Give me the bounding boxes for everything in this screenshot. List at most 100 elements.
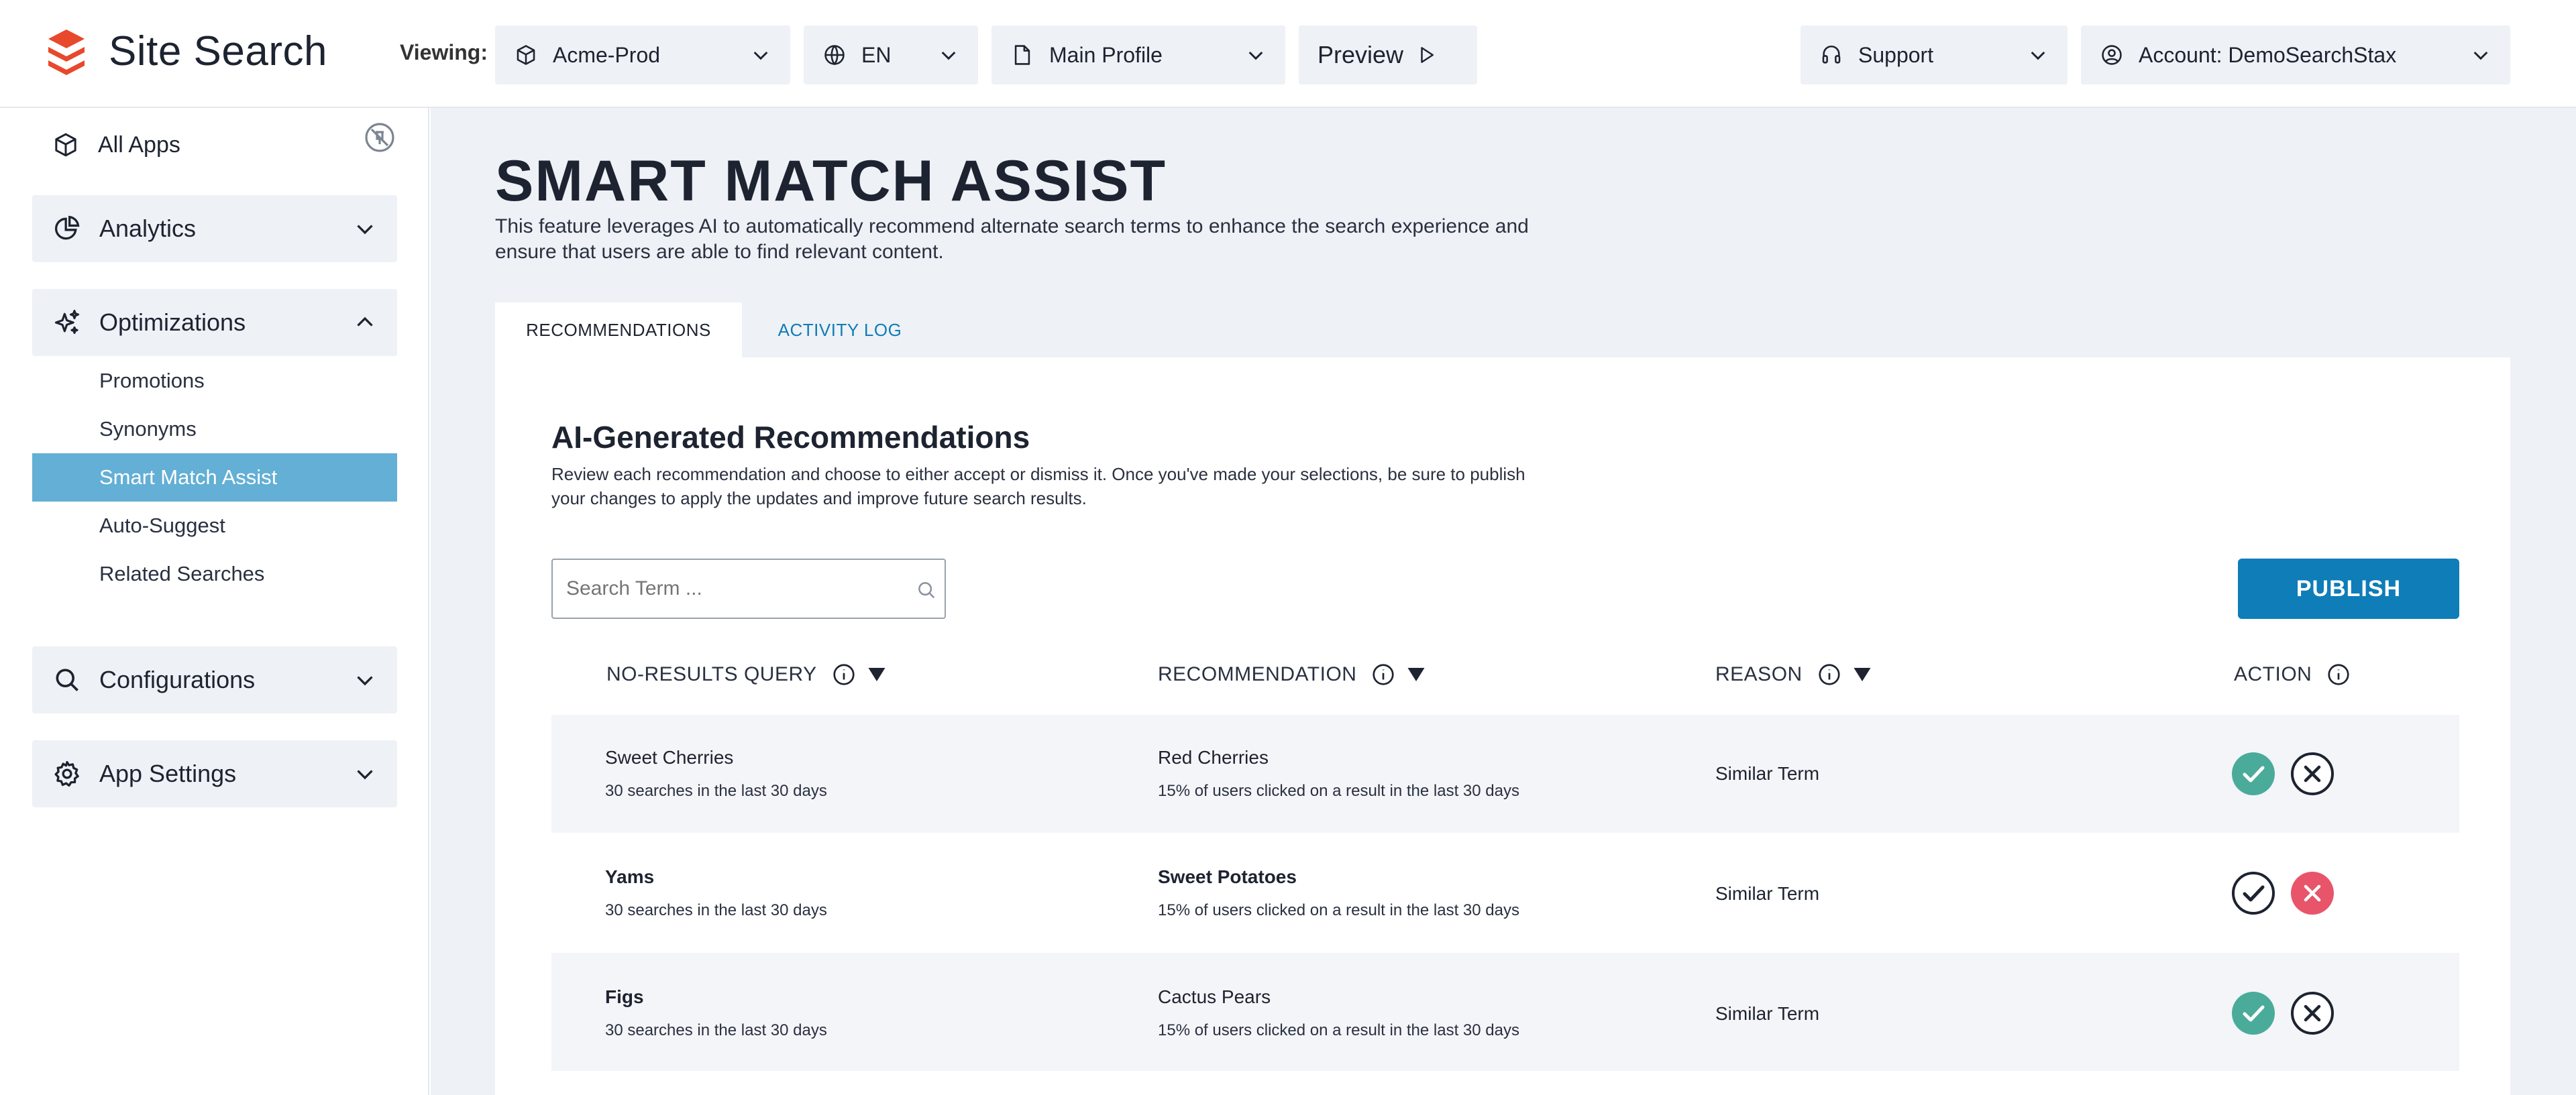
preview-label: Preview [1318,41,1404,68]
table-row: Yams 30 searches in the last 30 days Swe… [551,833,2459,951]
chevron-down-icon [357,770,373,780]
row-recommendation: Sweet Potatoes [1158,866,1297,887]
app-select-value: Acme-Prod [553,42,661,67]
page-description: This feature leverages AI to automatical… [495,215,1529,263]
row-query: Figs [605,986,644,1007]
row-recommendation: Red Cherries [1158,747,1269,768]
nav-optimizations[interactable]: Optimizations [32,289,397,356]
table-row: Figs 30 searches in the last 30 days Cac… [551,953,2459,1071]
chevron-down-icon [357,676,373,686]
column-header-action: ACTION [2234,658,2351,691]
preview-button[interactable]: Preview [1299,25,1477,84]
column-header-reason-label: REASON [1715,663,1803,685]
all-apps-link[interactable]: All Apps [52,123,180,167]
cube-icon [55,133,76,157]
chevron-down-icon [941,51,956,60]
recommendations-panel: AI-Generated Recommendations Review each… [495,357,2510,1095]
language-select-value: EN [861,42,892,67]
accept-check-icon[interactable] [2231,752,2275,796]
row-query: Sweet Cherries [605,747,734,768]
row-query: Yams [605,866,655,887]
nav-analytics-label: Analytics [99,215,197,242]
table-row: Sweet Cherries 30 searches in the last 3… [551,715,2459,833]
publish-button[interactable]: PUBLISH [2238,559,2459,619]
dismiss-x-icon[interactable] [2290,752,2334,796]
dismiss-x-icon[interactable] [2290,991,2334,1035]
nav-app-settings[interactable]: App Settings [32,740,397,807]
sidebar-item-synonyms[interactable]: Synonyms [32,405,397,453]
brand[interactable]: Site Search [44,24,327,78]
accept-check-icon[interactable] [2231,991,2275,1035]
column-header-reason[interactable]: REASON [1715,658,1872,691]
sort-down-icon[interactable] [1852,666,1872,683]
support-select[interactable]: Support [1801,25,2068,84]
chevron-down-icon [1248,51,1263,60]
column-header-recommendation-label: RECOMMENDATION [1158,663,1357,685]
chevron-up-icon [357,316,373,327]
info-icon[interactable] [1371,662,1395,687]
info-icon[interactable] [2326,662,2351,687]
account-label: Account: DemoSearchStax [2139,42,2397,67]
sort-down-icon[interactable] [867,666,887,683]
row-reason: Similar Term [1715,763,1820,784]
chevron-down-icon [2473,51,2488,60]
nav-configurations-label: Configurations [99,666,256,693]
unpin-icon[interactable] [364,121,396,154]
row-reason: Similar Term [1715,1003,1820,1024]
section-description: Review each recommendation and choose to… [551,464,1525,508]
account-select[interactable]: Account: DemoSearchStax [2081,25,2510,84]
row-query-stats: 30 searches in the last 30 days [605,901,827,919]
row-reason: Similar Term [1715,883,1820,904]
play-icon [1421,47,1434,63]
sparkles-icon [54,310,80,334]
column-header-query[interactable]: NO-RESULTS QUERY [606,658,887,691]
page-title: SMART MATCH ASSIST [495,149,1167,213]
search-icon [56,669,78,691]
sidebar-item-promotions[interactable]: Promotions [32,357,397,405]
profile-select-value: Main Profile [1049,42,1163,67]
app-select[interactable]: Acme-Prod [495,25,790,84]
support-label: Support [1858,42,1934,67]
tab-activity-log[interactable]: ACTIVITY LOG [742,302,938,357]
chevron-down-icon [2031,51,2045,60]
dismiss-x-icon[interactable] [2290,871,2334,915]
brand-name: Site Search [109,27,328,74]
nav-app-settings-label: App Settings [99,760,237,787]
search-input[interactable] [551,559,946,619]
column-header-recommendation[interactable]: RECOMMENDATION [1158,658,1426,691]
pie-chart-icon [55,215,80,240]
profile-select[interactable]: Main Profile [991,25,1285,84]
globe-icon [822,43,847,67]
top-bar: Site Search Viewing: Acme-Prod EN Main P… [0,0,2576,108]
row-recommendation-stats: 15% of users clicked on a result in the … [1158,901,1519,919]
section-title: AI-Generated Recommendations [551,420,1030,455]
accept-check-icon[interactable] [2231,871,2275,915]
user-circle-icon [2100,43,2124,67]
main-content: SMART MATCH ASSIST This feature leverage… [431,108,2576,1095]
chevron-down-icon [357,225,373,235]
nav-optimizations-label: Optimizations [99,308,246,336]
language-select[interactable]: EN [804,25,978,84]
info-icon[interactable] [832,662,856,687]
chevron-down-icon [753,51,768,60]
nav-configurations[interactable]: Configurations [32,646,397,713]
all-apps-label: All Apps [98,131,180,158]
column-header-query-label: NO-RESULTS QUERY [606,663,817,685]
row-query-stats: 30 searches in the last 30 days [605,782,827,800]
sort-down-icon[interactable] [1406,666,1426,683]
headset-icon [1819,43,1843,67]
cube-icon [514,43,538,67]
nav-analytics[interactable]: Analytics [32,195,397,262]
tab-recommendations[interactable]: RECOMMENDATIONS [495,302,742,357]
row-recommendation-stats: 15% of users clicked on a result in the … [1158,1021,1519,1039]
search-icon[interactable] [916,580,936,600]
sidebar: All Apps Analytics Optimizations Promoti… [0,108,429,1095]
info-icon[interactable] [1817,662,1841,687]
sidebar-item-auto-suggest[interactable]: Auto-Suggest [32,502,397,550]
row-recommendation: Cactus Pears [1158,986,1271,1007]
site-search-logo-icon [48,30,85,75]
sidebar-item-related-searches[interactable]: Related Searches [32,550,397,598]
row-recommendation-stats: 15% of users clicked on a result in the … [1158,782,1519,800]
sidebar-item-smart-match-assist[interactable]: Smart Match Assist [32,453,397,502]
column-header-action-label: ACTION [2234,663,2312,685]
